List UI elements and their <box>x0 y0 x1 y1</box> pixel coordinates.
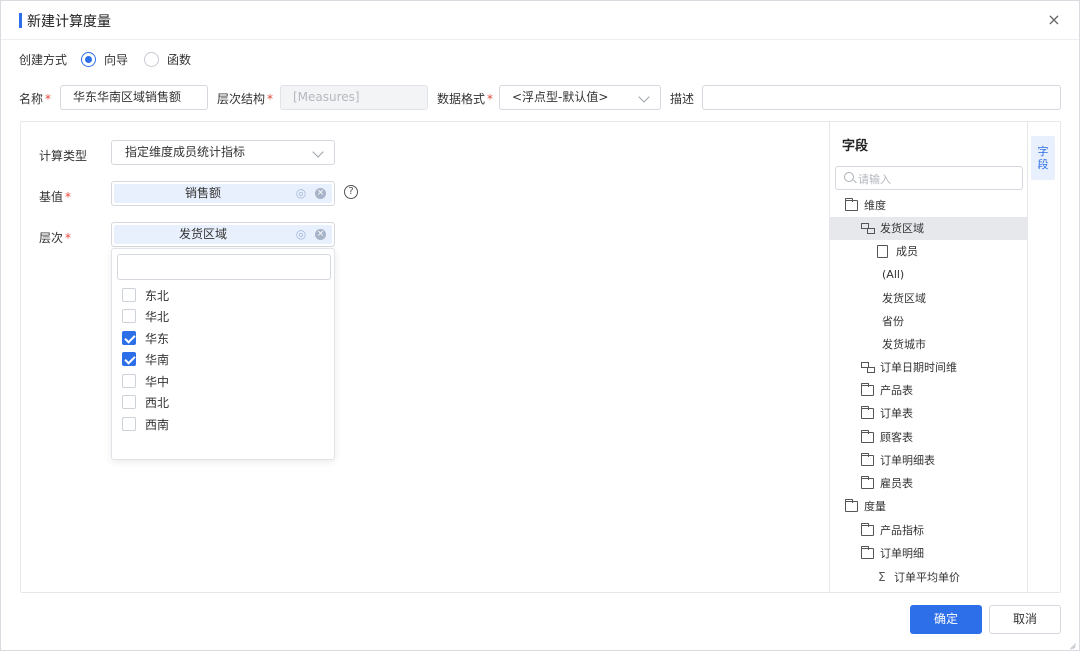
tree-item-ship-region[interactable]: 发货区域 <box>830 217 1027 240</box>
radio-wizard[interactable] <box>81 51 97 67</box>
fields-search-placeholder: 请输入 <box>858 173 891 186</box>
meta-fields-row: 名称 * 华东华南区域销售额 层次结构 * [Measures] 数据格式 * <浮点… <box>1 85 1080 111</box>
base-value-field[interactable]: 销售额 ◎ × <box>111 181 335 206</box>
format-select-value: <浮点型-默认值> <box>512 90 609 104</box>
checkbox[interactable] <box>122 288 136 302</box>
tree-item-measures[interactable]: 度量 <box>830 495 1027 518</box>
hierarchy-input: [Measures] <box>280 85 428 110</box>
checkbox-checked[interactable] <box>122 331 136 345</box>
help-icon[interactable]: ? <box>344 185 358 199</box>
title-accent-bar <box>19 13 22 28</box>
calc-type-label: 计算类型 <box>39 149 88 163</box>
calc-config-area: 计算类型 指定维度成员统计指标 基值 * 销售额 ◎ × ? 层次 * 发货区域 ◎ <box>21 122 829 592</box>
main-panel: 计算类型 指定维度成员统计指标 基值 * 销售额 ◎ × ? 层次 * 发货区域 ◎ <box>20 121 1061 593</box>
description-label: 描述 <box>670 92 695 106</box>
calc-measure-dialog: 新建计算度量 × 创建方式 向导 函数 名称 * 华东华南区域销售额 层次结构 * … <box>0 0 1080 651</box>
chevron-down-icon <box>638 91 650 103</box>
fields-panel: 字段 请输入 维度 发货区域 成员 (All) 发货区域 省份 发货城市 订单日… <box>829 122 1027 592</box>
radio-wizard-label[interactable]: 向导 <box>104 51 128 68</box>
folder-open-icon <box>845 198 858 211</box>
tree-item-order-detail[interactable]: 订单明细 <box>830 542 1027 565</box>
title-bar: 新建计算度量 × <box>1 1 1079 40</box>
folder-icon <box>861 523 874 536</box>
tree-item-product-table[interactable]: 产品表 <box>830 379 1027 402</box>
radio-function-label[interactable]: 函数 <box>167 51 191 68</box>
base-value-text: 销售额 <box>184 186 221 200</box>
tree-item-order-date[interactable]: 订单日期时间维 <box>830 356 1027 379</box>
clear-icon[interactable]: × <box>315 229 326 240</box>
checkbox[interactable] <box>122 417 136 431</box>
folder-icon <box>861 406 874 419</box>
name-input[interactable]: 华东华南区域销售额 <box>60 85 208 110</box>
tree-item-order-table[interactable]: 订单表 <box>830 402 1027 425</box>
checkbox-checked[interactable] <box>122 352 136 366</box>
tree-item-avg-unit-price[interactable]: Σ 订单平均单价 <box>830 566 1027 589</box>
creation-mode-label: 创建方式 <box>19 52 68 67</box>
description-input[interactable] <box>702 85 1061 110</box>
tree-item-customer-table[interactable]: 顾客表 <box>830 426 1027 449</box>
folder-open-icon <box>861 546 874 559</box>
tab-fields-label: 字段 <box>1037 145 1049 171</box>
location-pin-icon[interactable]: ◎ <box>294 186 308 200</box>
folder-icon <box>861 430 874 443</box>
checkbox[interactable] <box>122 309 136 323</box>
cancel-button[interactable]: 取消 <box>989 605 1061 634</box>
member-option[interactable]: 华北 <box>122 307 169 325</box>
side-tab-strip: 字段 <box>1027 122 1060 592</box>
member-option[interactable]: 华南 <box>122 350 169 368</box>
base-value-label: 基值 * <box>39 190 72 204</box>
folder-open-icon <box>845 499 858 512</box>
base-value-token: 销售额 ◎ × <box>114 184 332 203</box>
format-select[interactable]: <浮点型-默认值> <box>499 85 661 110</box>
member-dropdown: 东北 华北 华东 华南 华中 西北 西南 <box>111 248 335 460</box>
creation-mode-row: 创建方式 向导 函数 <box>19 49 191 69</box>
fields-panel-title: 字段 <box>842 139 869 154</box>
tree-item-level-city[interactable]: 发货城市 <box>830 333 1027 356</box>
calc-type-value: 指定维度成员统计指标 <box>125 145 246 159</box>
checkbox[interactable] <box>122 374 136 388</box>
dialog-title: 新建计算度量 <box>27 14 111 30</box>
location-pin-icon[interactable]: ◎ <box>294 227 308 241</box>
tree-item-order-detail-table[interactable]: 订单明细表 <box>830 449 1027 472</box>
chevron-down-icon <box>312 146 324 158</box>
member-option[interactable]: 华中 <box>122 372 169 390</box>
format-label: 数据格式 * <box>437 92 494 106</box>
hierarchy-icon <box>861 223 875 234</box>
clear-icon[interactable]: × <box>315 188 326 199</box>
level-field[interactable]: 发货区域 ◎ × <box>111 222 335 247</box>
tab-fields[interactable]: 字段 <box>1031 136 1055 180</box>
close-icon[interactable]: × <box>1045 11 1063 29</box>
radio-function[interactable] <box>144 51 160 67</box>
tree-item-dimensions[interactable]: 维度 <box>830 194 1027 217</box>
member-icon <box>877 245 888 258</box>
member-option[interactable]: 西南 <box>122 415 169 433</box>
tree-item-members[interactable]: 成员 <box>830 240 1027 263</box>
resize-grip-icon[interactable] <box>1067 639 1077 649</box>
level-token: 发货区域 ◎ × <box>114 225 332 244</box>
sigma-icon: Σ <box>878 570 886 584</box>
name-label: 名称 * <box>19 92 52 106</box>
checkbox[interactable] <box>122 395 136 409</box>
tree-item-employee-table[interactable]: 雇员表 <box>830 472 1027 495</box>
level-label: 层次 * <box>39 231 72 245</box>
ok-button[interactable]: 确定 <box>910 605 982 634</box>
member-option[interactable]: 华东 <box>122 329 169 347</box>
member-option[interactable]: 东北 <box>122 286 169 304</box>
hierarchy-icon <box>861 362 875 373</box>
member-search-input[interactable] <box>117 254 331 280</box>
search-icon <box>844 172 854 182</box>
tree-item-all[interactable]: (All) <box>830 263 1027 286</box>
fields-search-input[interactable]: 请输入 <box>835 166 1023 190</box>
tree-item-level-region[interactable]: 发货区域 <box>830 287 1027 310</box>
folder-icon <box>861 453 874 466</box>
folder-icon <box>861 476 874 489</box>
level-text: 发货区域 <box>178 227 227 241</box>
member-option[interactable]: 西北 <box>122 393 169 411</box>
hierarchy-label: 层次结构 * <box>217 92 274 106</box>
folder-icon <box>861 383 874 396</box>
tree-item-product-metrics[interactable]: 产品指标 <box>830 519 1027 542</box>
tree-item-level-province[interactable]: 省份 <box>830 310 1027 333</box>
calc-type-select[interactable]: 指定维度成员统计指标 <box>111 140 335 165</box>
